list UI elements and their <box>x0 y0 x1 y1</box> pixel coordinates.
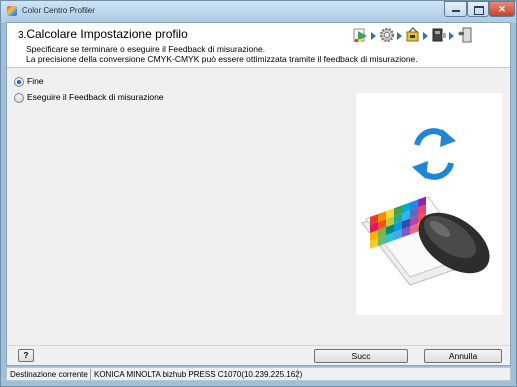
minimize-button[interactable] <box>444 1 467 17</box>
status-divider <box>297 369 298 380</box>
status-divider <box>90 369 91 380</box>
close-icon: ✕ <box>498 4 506 14</box>
next-button[interactable]: Succ <box>314 349 408 363</box>
description-line-1: Specificare se terminare o eseguire il F… <box>26 44 266 54</box>
finish-step-icon <box>458 27 472 43</box>
cancel-button[interactable]: Annulla <box>424 349 502 363</box>
start-step-icon <box>353 28 367 42</box>
maximize-button[interactable] <box>467 1 489 17</box>
fine-radio[interactable] <box>14 77 24 87</box>
measure-step-icon <box>406 27 419 42</box>
wizard-step-indicator <box>353 25 505 47</box>
window-title: Color Centro Profiler <box>22 6 95 15</box>
footer-divider <box>7 345 510 346</box>
wizard-content: 3.Calcolare Impostazione profilo Specifi… <box>6 22 511 366</box>
fine-label: Fine <box>27 76 44 86</box>
step-title: Calcolare Impostazione profilo <box>26 27 188 41</box>
step-arrow-icon <box>371 32 376 40</box>
wizard-header: 3.Calcolare Impostazione profilo Specifi… <box>7 23 510 68</box>
printer-step-icon <box>432 28 446 42</box>
feedback-label: Eseguire il Feedback di misurazione <box>27 92 164 102</box>
description-line-2: La precisione della conversione CMYK-CMY… <box>26 54 418 64</box>
status-bar: Destinazione corrente KONICA MINOLTA biz… <box>6 367 511 381</box>
current-device: KONICA MINOLTA bizhub PRESS C1070(10.239… <box>94 370 303 379</box>
step-arrow-icon <box>449 32 454 40</box>
minimize-icon <box>452 10 460 12</box>
profile-illustration <box>356 93 502 315</box>
help-button[interactable]: ? <box>18 349 34 362</box>
app-logo-icon <box>7 6 17 16</box>
close-button[interactable]: ✕ <box>489 1 515 17</box>
measurement-illustration-icon <box>361 128 490 286</box>
title-bar[interactable]: Color Centro Profiler ✕ <box>1 1 516 23</box>
gear-step-icon <box>379 27 395 43</box>
maximize-icon <box>474 6 484 15</box>
step-arrow-icon <box>397 32 402 40</box>
page-title: 3.Calcolare Impostazione profilo <box>18 27 188 41</box>
feedback-radio[interactable] <box>14 93 24 103</box>
step-arrow-icon <box>423 32 428 40</box>
status-label: Destinazione corrente <box>10 370 88 379</box>
